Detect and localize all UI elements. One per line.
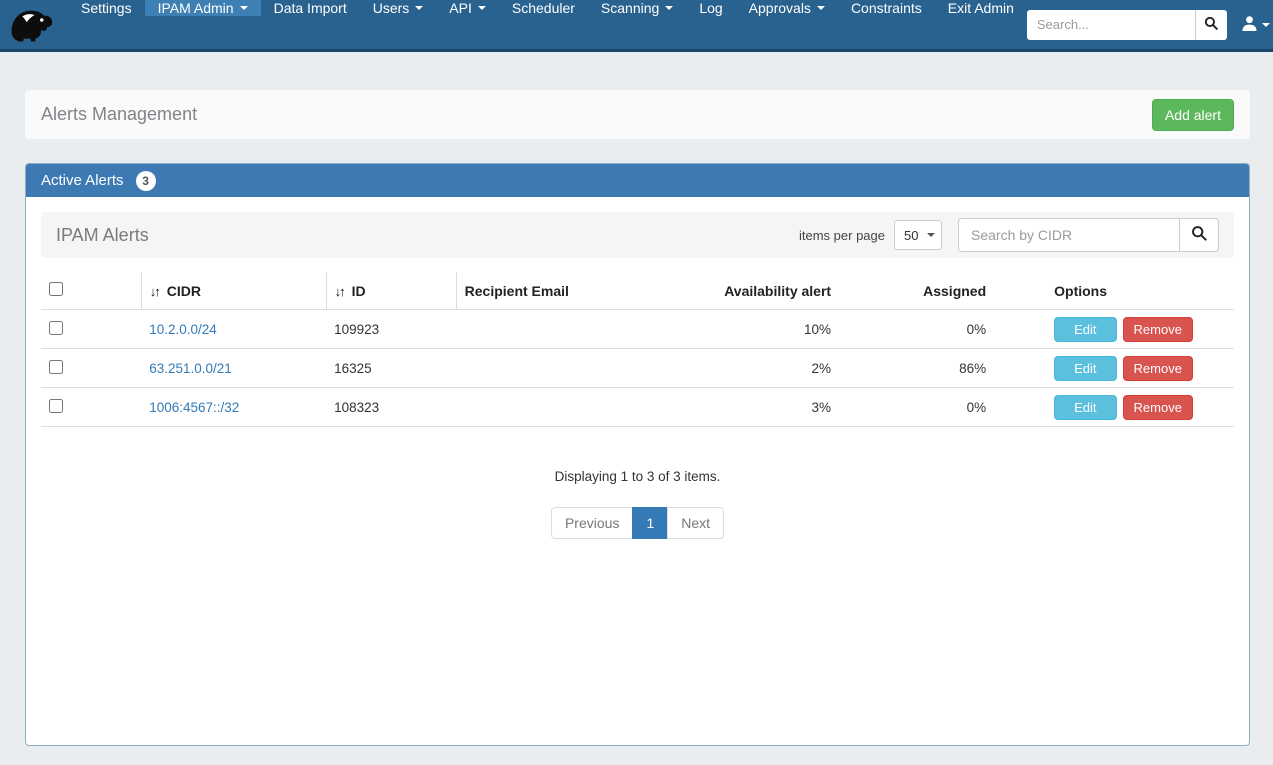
alert-count-badge: 3 [136, 171, 156, 191]
recipient-email [456, 349, 716, 388]
assigned-value: 86% [839, 349, 994, 388]
caret-down-icon [478, 6, 486, 14]
alert-id: 109923 [326, 310, 456, 349]
main-content: Alerts Management Add alert Active Alert… [25, 90, 1250, 746]
page-title: Alerts Management [41, 104, 197, 125]
navbar-search-group [1027, 0, 1227, 49]
table-row: 63.251.0.0/21 16325 2% 86% Edit Remove [41, 349, 1234, 388]
select-all-checkbox[interactable] [49, 282, 63, 296]
cidr-link[interactable]: 1006:4567::/32 [149, 400, 239, 415]
caret-down-icon [240, 6, 248, 14]
items-per-page-label: items per page [799, 228, 885, 243]
active-alerts-panel: Active Alerts 3 IPAM Alerts items per pa… [25, 163, 1250, 746]
cidr-link[interactable]: 63.251.0.0/21 [149, 361, 232, 376]
caret-down-icon [415, 6, 423, 14]
sort-icon[interactable]: ↓↑ [335, 284, 344, 299]
nav-item-ipam-admin[interactable]: IPAM Admin [145, 0, 261, 16]
sort-icon[interactable]: ↓↑ [150, 284, 159, 299]
caret-down-icon [817, 6, 825, 14]
edit-button[interactable]: Edit [1054, 395, 1116, 420]
row-checkbox[interactable] [49, 399, 63, 413]
navbar-search-input[interactable] [1027, 10, 1195, 40]
nav-item-data-import[interactable]: Data Import [261, 0, 360, 16]
main-menu: Settings IPAM Admin Data Import Users AP… [68, 0, 1027, 49]
alert-id: 108323 [326, 388, 456, 427]
user-icon [1241, 15, 1258, 35]
elephant-logo-icon [8, 0, 54, 49]
alert-id: 16325 [326, 349, 456, 388]
panel-title: Active Alerts [41, 172, 124, 189]
availability-value: 3% [716, 388, 839, 427]
cidr-search-input[interactable] [958, 218, 1179, 252]
recipient-email [456, 388, 716, 427]
nav-item-exit-admin[interactable]: Exit Admin [935, 0, 1027, 16]
panel-body: IPAM Alerts items per page 50 [26, 197, 1249, 745]
search-icon [1191, 225, 1208, 245]
nav-item-settings[interactable]: Settings [68, 0, 145, 16]
table-toolbar: IPAM Alerts items per page 50 [41, 212, 1234, 258]
table-title: IPAM Alerts [56, 225, 799, 246]
availability-value: 10% [716, 310, 839, 349]
panel-heading: Active Alerts 3 [26, 164, 1249, 197]
nav-item-log[interactable]: Log [686, 0, 735, 16]
column-header-cidr[interactable]: ↓↑CIDR [141, 272, 326, 310]
nav-item-users[interactable]: Users [360, 0, 437, 16]
table-header-row: ↓↑CIDR ↓↑ID Recipient Email Availability… [41, 272, 1234, 310]
navbar-search-button[interactable] [1195, 10, 1227, 40]
recipient-email [456, 310, 716, 349]
nav-item-scheduler[interactable]: Scheduler [499, 0, 588, 16]
column-header-options: Options [994, 272, 1234, 310]
items-per-page-select[interactable]: 50 [894, 220, 942, 250]
remove-button[interactable]: Remove [1123, 395, 1193, 420]
nav-item-api[interactable]: API [436, 0, 499, 16]
table-row: 1006:4567::/32 108323 3% 0% Edit Remove [41, 388, 1234, 427]
alerts-table: ↓↑CIDR ↓↑ID Recipient Email Availability… [41, 272, 1234, 427]
remove-button[interactable]: Remove [1123, 356, 1193, 381]
user-menu[interactable] [1241, 0, 1270, 49]
nav-item-scanning[interactable]: Scanning [588, 0, 686, 16]
nav-item-constraints[interactable]: Constraints [838, 0, 935, 16]
row-checkbox[interactable] [49, 321, 63, 335]
page-header-bar: Alerts Management Add alert [25, 90, 1250, 139]
availability-value: 2% [716, 349, 839, 388]
edit-button[interactable]: Edit [1054, 317, 1116, 342]
cidr-search-button[interactable] [1179, 218, 1219, 252]
results-summary: Displaying 1 to 3 of 3 items. [41, 469, 1234, 484]
assigned-value: 0% [839, 388, 994, 427]
remove-button[interactable]: Remove [1123, 317, 1193, 342]
edit-button[interactable]: Edit [1054, 356, 1116, 381]
table-row: 10.2.0.0/24 109923 10% 0% Edit Remove [41, 310, 1234, 349]
search-icon [1204, 16, 1219, 34]
pagination-previous[interactable]: Previous [551, 507, 633, 539]
column-header-email: Recipient Email [456, 272, 716, 310]
cidr-search-group [958, 218, 1219, 252]
add-alert-button[interactable]: Add alert [1152, 99, 1234, 131]
cidr-link[interactable]: 10.2.0.0/24 [149, 322, 217, 337]
caret-down-icon [1262, 23, 1270, 31]
pagination-next[interactable]: Next [667, 507, 724, 539]
row-checkbox[interactable] [49, 360, 63, 374]
items-per-page-wrap: 50 [894, 220, 942, 250]
pagination: Previous 1 Next [41, 507, 1234, 539]
column-header-id[interactable]: ↓↑ID [326, 272, 456, 310]
assigned-value: 0% [839, 310, 994, 349]
caret-down-icon [665, 6, 673, 14]
column-header-assigned: Assigned [839, 272, 994, 310]
top-navbar: Settings IPAM Admin Data Import Users AP… [0, 0, 1273, 52]
pagination-page-1[interactable]: 1 [632, 507, 668, 539]
column-header-availability: Availability alert [716, 272, 839, 310]
nav-item-approvals[interactable]: Approvals [736, 0, 838, 16]
